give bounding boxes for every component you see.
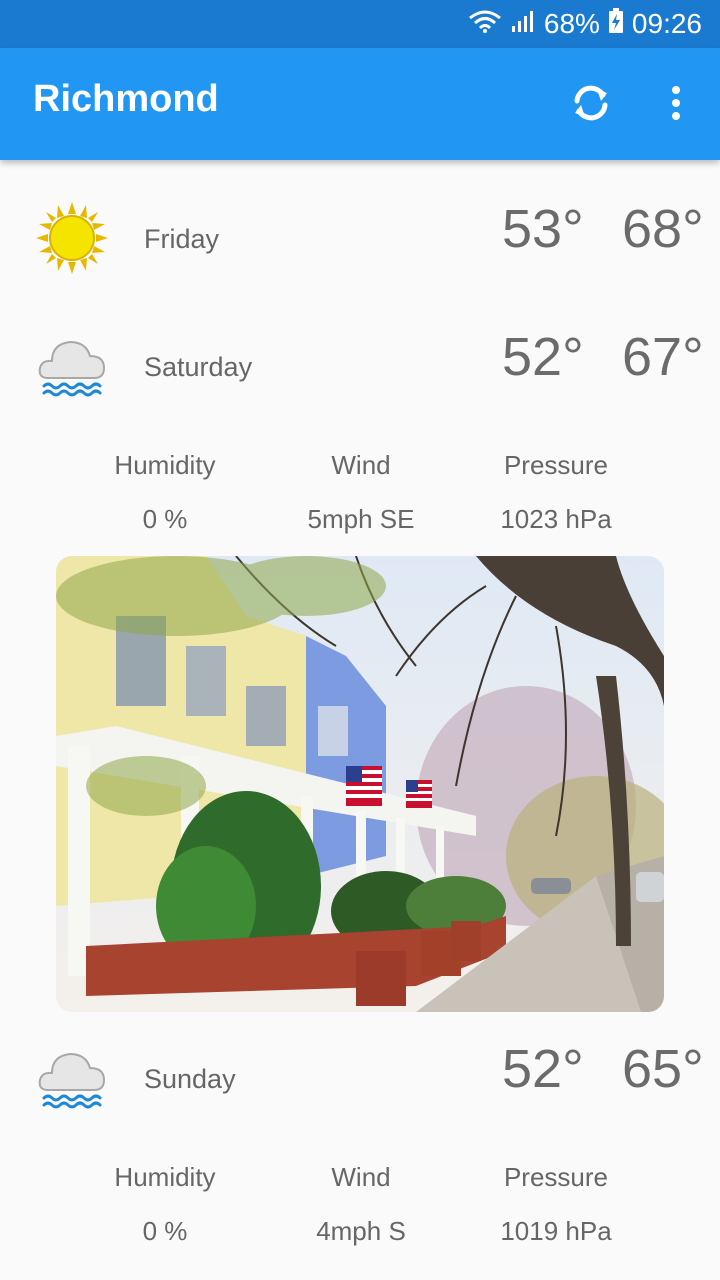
humidity-column: Humidity 0 % (55, 448, 275, 536)
clock: 09:26 (631, 8, 702, 39)
temp-low: 53° (502, 199, 584, 259)
refresh-icon (569, 83, 613, 128)
wind-value: 4mph S (316, 1216, 406, 1246)
refresh-button[interactable] (566, 82, 616, 128)
humidity-label: Humidity (114, 450, 216, 480)
more-options-button[interactable] (654, 80, 698, 130)
status-bar: 68% 09:26 (0, 0, 720, 48)
sun-icon (36, 202, 108, 274)
pressure-label: Pressure (503, 1162, 609, 1192)
more-vert-icon (671, 85, 681, 126)
day-name: Saturday (144, 352, 253, 382)
battery-charging-icon (608, 7, 624, 41)
humidity-column: Humidity 0 % (55, 1160, 275, 1248)
pressure-label: Pressure (503, 450, 609, 480)
rain-cloud-icon (36, 330, 108, 402)
day-name: Sunday (144, 1064, 236, 1094)
wind-column: Wind 5mph SE (251, 448, 471, 536)
humidity-label: Humidity (114, 1162, 216, 1192)
temp-low: 52° (502, 327, 584, 387)
forecast-row-sunday[interactable]: Sunday 52° 65° (0, 1032, 720, 1132)
pressure-value: 1023 hPa (500, 504, 612, 534)
temp-low: 52° (502, 1039, 584, 1099)
details-sunday: Humidity 0 % Wind 4mph S Pressure 1019 h… (0, 1160, 720, 1270)
humidity-value: 0 % (142, 504, 188, 534)
temp-high: 67° (622, 327, 704, 387)
wind-value: 5mph SE (307, 504, 415, 534)
city-title: Richmond (33, 78, 219, 120)
temp-high: 65° (622, 1039, 704, 1099)
temp-high: 68° (622, 199, 704, 259)
forecast-row-saturday[interactable]: Saturday 52° 67° (0, 320, 720, 420)
wifi-icon (468, 8, 502, 41)
details-saturday: Humidity 0 % Wind 5mph SE Pressure 1023 … (0, 448, 720, 558)
pressure-column: Pressure 1019 hPa (446, 1160, 666, 1248)
battery-percent: 68% (543, 8, 600, 39)
rain-cloud-icon (36, 1042, 108, 1114)
wind-label: Wind (331, 450, 391, 480)
status-bar-right: 68% 09:26 (468, 0, 702, 48)
humidity-value: 0 % (142, 1216, 188, 1246)
pressure-value: 1019 hPa (500, 1216, 612, 1246)
signal-icon (510, 8, 536, 41)
pressure-column: Pressure 1023 hPa (446, 448, 666, 536)
forecast-row-friday[interactable]: Friday 53° 68° (0, 192, 720, 292)
wind-column: Wind 4mph S (251, 1160, 471, 1248)
app-bar: Richmond (0, 48, 720, 160)
day-name: Friday (144, 224, 220, 254)
city-street-photo (56, 556, 664, 1012)
wind-label: Wind (331, 1162, 391, 1192)
